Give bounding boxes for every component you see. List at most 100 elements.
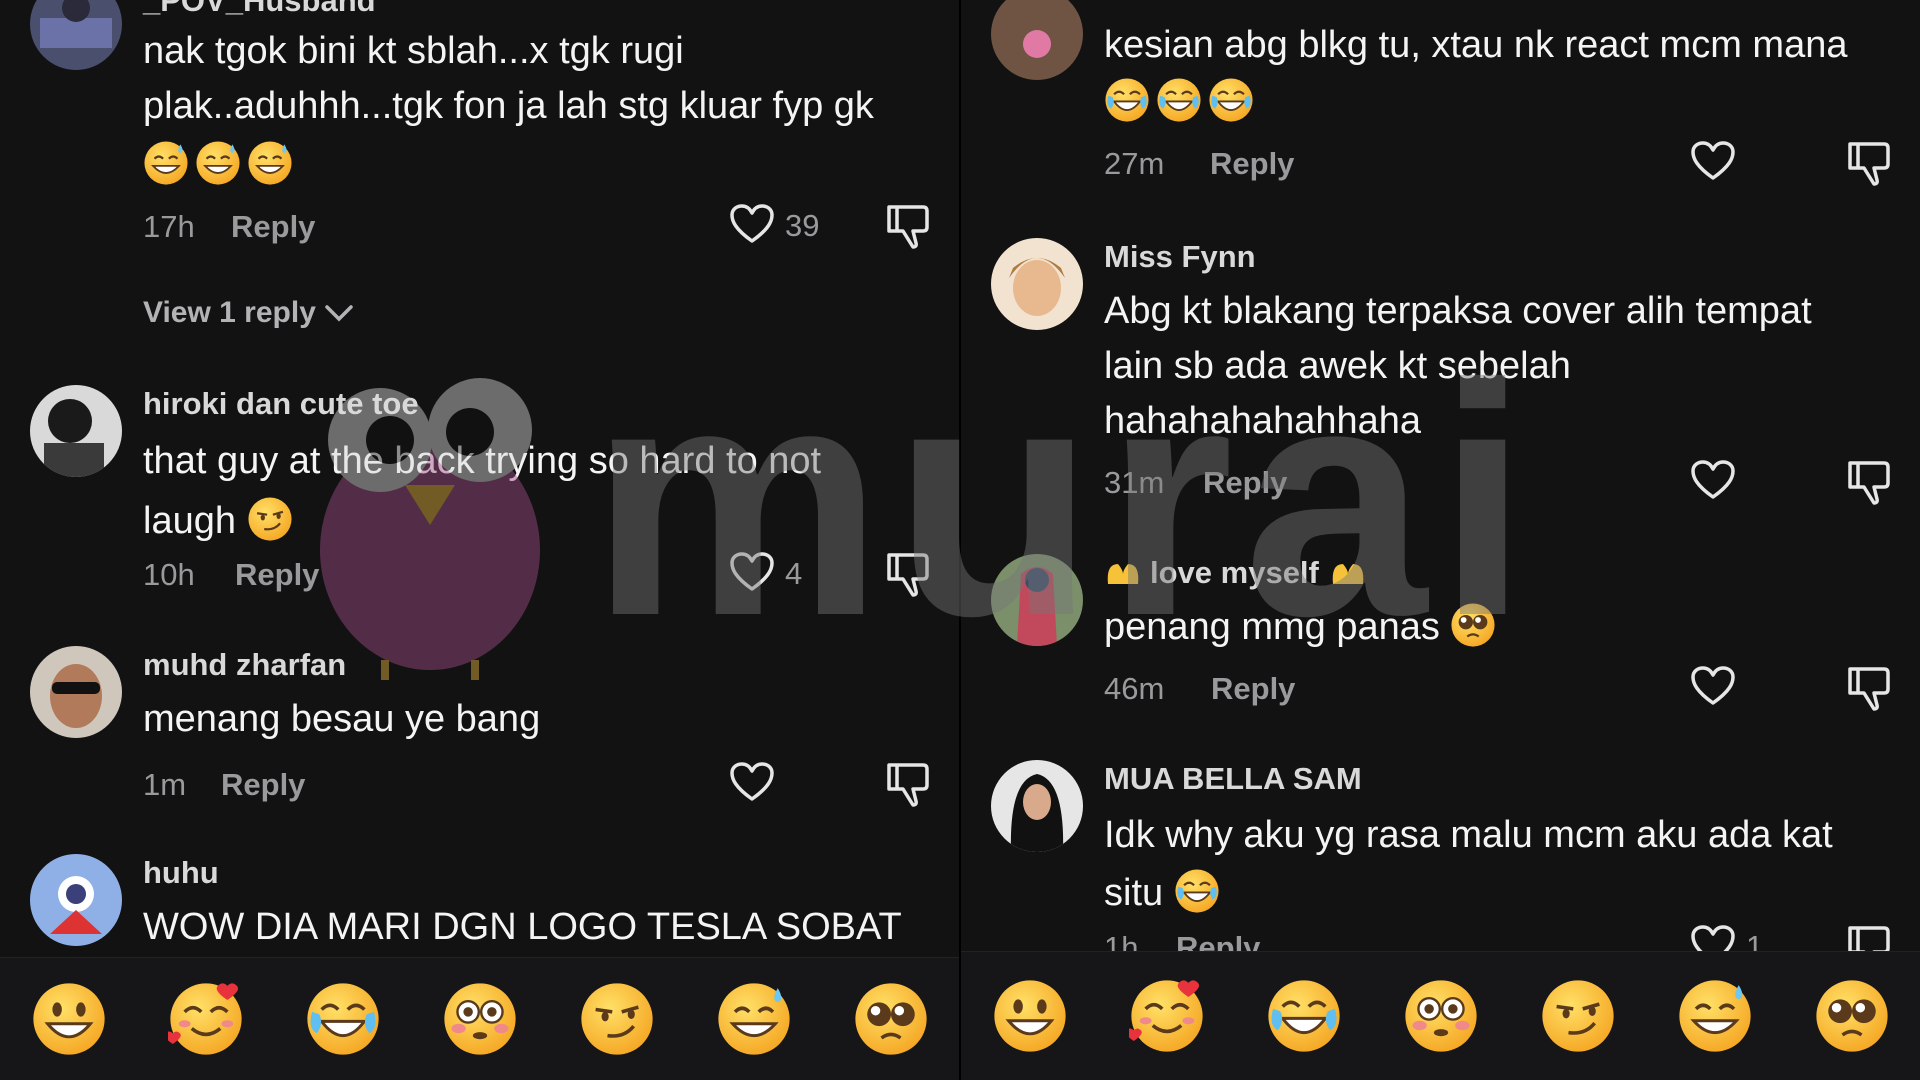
comment-line: nak tgok bini kt sblah...x tgk rugi xyxy=(143,30,684,72)
grin-sweat-emoji-icon[interactable] xyxy=(716,981,792,1057)
like-button[interactable] xyxy=(729,759,825,809)
reply-button[interactable]: Reply xyxy=(221,767,305,803)
smirk-emoji-icon xyxy=(247,496,293,542)
dislike-icon[interactable] xyxy=(883,759,931,809)
grin-sweat-emoji-icon xyxy=(195,140,241,186)
comment-text: penang mmg panas xyxy=(1104,600,1896,655)
like-button[interactable] xyxy=(1690,663,1786,713)
comment-meta: 31m Reply xyxy=(1104,457,1896,507)
username[interactable]: love myself xyxy=(1150,554,1319,592)
dislike-icon[interactable] xyxy=(883,549,931,599)
avatar[interactable] xyxy=(30,646,122,738)
view-replies-button[interactable]: View 1 reply xyxy=(143,296,354,330)
flushed-emoji-icon[interactable] xyxy=(1403,978,1479,1054)
comment-meta: 46m Reply xyxy=(1104,663,1896,713)
chevron-down-icon xyxy=(325,305,353,322)
dislike-icon[interactable] xyxy=(1844,663,1892,713)
avatar[interactable] xyxy=(991,760,1083,852)
tears-of-joy-emoji-icon xyxy=(1208,77,1254,123)
like-count: 4 xyxy=(785,556,803,591)
username[interactable]: muhd zharfan xyxy=(143,646,935,684)
comment-text: kesian abg blkg tu, xtau nk react mcm ma… xyxy=(1104,18,1896,130)
reply-button[interactable]: Reply xyxy=(1210,146,1294,182)
comment-line: Idk why aku yg rasa malu mcm aku ada kat xyxy=(1104,814,1833,856)
avatar[interactable] xyxy=(991,554,1083,646)
like-button[interactable]: 39 xyxy=(729,201,825,251)
comment-text: WOW DIA MARI DGN LOGO TESLA SOBAT xyxy=(143,900,935,955)
comment-text: nak tgok bini kt sblah...x tgk rugi plak… xyxy=(143,24,935,193)
pleading-emoji-icon[interactable] xyxy=(853,981,929,1057)
comment-text: Abg kt blakang terpaksa cover alih tempa… xyxy=(1104,284,1896,449)
tears-of-joy-emoji-icon xyxy=(1174,868,1220,914)
username[interactable]: hiroki dan cute toe xyxy=(143,385,935,423)
reply-button[interactable]: Reply xyxy=(1203,465,1287,501)
username-row: love myself xyxy=(1104,554,1896,592)
avatar[interactable] xyxy=(991,238,1083,330)
dislike-icon[interactable] xyxy=(1844,457,1892,507)
avatar[interactable] xyxy=(30,854,122,946)
comment-line: that guy at the back trying so hard to n… xyxy=(143,440,822,482)
username[interactable]: MUA BELLA SAM xyxy=(1104,760,1896,798)
comment-text: Idk why aku yg rasa malu mcm aku ada kat… xyxy=(1104,806,1896,922)
tears-of-joy-emoji-icon[interactable] xyxy=(1266,978,1342,1054)
flushed-emoji-icon[interactable] xyxy=(442,981,518,1057)
like-button[interactable]: 4 xyxy=(729,549,825,599)
dislike-icon[interactable] xyxy=(1844,138,1892,188)
comment-time: 27m xyxy=(1104,146,1165,181)
grinning-emoji-icon[interactable] xyxy=(31,981,107,1057)
comment-line: menang besau ye bang xyxy=(143,698,541,740)
heart-hands-icon xyxy=(1329,558,1367,588)
heart-icon xyxy=(1690,459,1736,506)
comment-line: hahahahahahhaha xyxy=(1104,400,1422,442)
comment-line: situ xyxy=(1104,872,1164,914)
comment-text: menang besau ye bang xyxy=(143,692,935,747)
heart-icon xyxy=(1690,665,1736,712)
grin-sweat-emoji-icon xyxy=(247,140,293,186)
comment-time: 10h xyxy=(143,557,195,592)
tears-of-joy-emoji-icon xyxy=(1156,77,1202,123)
comment-meta: 1m Reply xyxy=(143,759,935,809)
reply-button[interactable]: Reply xyxy=(235,557,319,593)
heart-icon xyxy=(729,551,775,598)
smirk-emoji-icon[interactable] xyxy=(1540,978,1616,1054)
comment-meta: 10h Reply 4 xyxy=(143,549,935,599)
smiling-hearts-emoji-icon[interactable] xyxy=(1128,978,1205,1054)
comment-time: 1m xyxy=(143,767,187,802)
grin-sweat-emoji-icon xyxy=(143,140,189,186)
avatar[interactable] xyxy=(991,0,1083,80)
comment-time: 31m xyxy=(1104,465,1165,500)
comment-text: that guy at the back trying so hard to n… xyxy=(143,431,935,551)
emoji-quick-bar xyxy=(0,957,959,1080)
right-comment-panel: kesian abg blkg tu, xtau nk react mcm ma… xyxy=(961,0,1920,1080)
comment-line: lain sb ada awek kt sebelah xyxy=(1104,345,1571,387)
heart-icon xyxy=(1690,140,1736,187)
comment-meta: 17h Reply 39 xyxy=(143,201,935,251)
smiling-hearts-emoji-icon[interactable] xyxy=(167,981,244,1057)
like-button[interactable] xyxy=(1690,457,1786,507)
reply-button[interactable]: Reply xyxy=(231,209,315,245)
heart-icon xyxy=(729,761,775,808)
view-replies-label: View 1 reply xyxy=(143,296,316,329)
heart-icon xyxy=(729,203,775,250)
pleading-emoji-icon[interactable] xyxy=(1814,978,1890,1054)
tears-of-joy-emoji-icon[interactable] xyxy=(305,981,381,1057)
grin-sweat-emoji-icon[interactable] xyxy=(1677,978,1753,1054)
comment-time: 17h xyxy=(143,209,195,244)
comment-line: WOW DIA MARI DGN LOGO TESLA SOBAT xyxy=(143,906,902,948)
username[interactable]: _POV_Husband xyxy=(143,0,935,20)
emoji-quick-bar xyxy=(961,951,1920,1080)
username[interactable]: huhu xyxy=(143,854,935,892)
pleading-emoji-icon xyxy=(1450,602,1496,648)
heart-hands-icon xyxy=(1104,558,1142,588)
grinning-emoji-icon[interactable] xyxy=(992,978,1068,1054)
left-comment-panel: _POV_Husband nak tgok bini kt sblah...x … xyxy=(0,0,959,1080)
reply-button[interactable]: Reply xyxy=(1211,671,1295,707)
comment-line: plak..aduhhh...tgk fon ja lah stg kluar … xyxy=(143,85,874,127)
dislike-icon[interactable] xyxy=(883,201,931,251)
smirk-emoji-icon[interactable] xyxy=(579,981,655,1057)
tears-of-joy-emoji-icon xyxy=(1104,77,1150,123)
avatar[interactable] xyxy=(30,0,122,70)
username[interactable]: Miss Fynn xyxy=(1104,238,1896,276)
avatar[interactable] xyxy=(30,385,122,477)
like-button[interactable] xyxy=(1690,138,1786,188)
